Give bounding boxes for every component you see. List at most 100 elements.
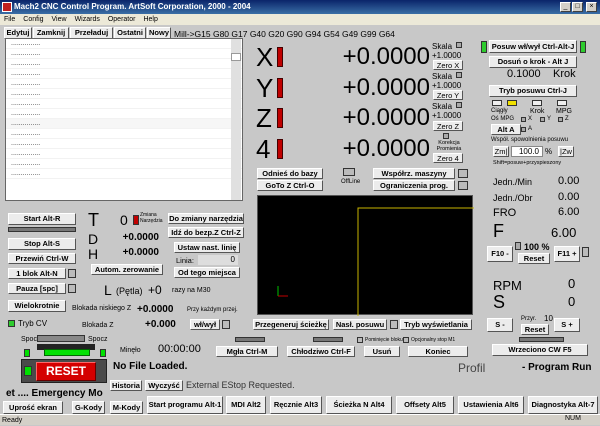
units-min-dro[interactable]: 0.00: [558, 175, 579, 187]
scroll-thumb[interactable]: [231, 53, 241, 61]
gcode-line[interactable]: ...............: [6, 39, 242, 49]
jog-mode-button[interactable]: Tryb posuwu Ctrl-J: [489, 85, 577, 97]
feed-down-button[interactable]: F10 -: [487, 246, 513, 262]
machine-coords-button[interactable]: Współrz. maszyny: [373, 168, 455, 179]
gcode-line[interactable]: ...............: [6, 139, 242, 149]
gcode-line[interactable]: ...............: [6, 119, 242, 129]
toolpath-tab[interactable]: Ścieżka N Alt4: [326, 396, 392, 414]
toolpath-display[interactable]: [257, 195, 474, 316]
gcode-line[interactable]: ...............: [6, 99, 242, 109]
single-block-button[interactable]: 1 blok Alt-N: [8, 268, 66, 279]
manual-tab[interactable]: Ręcznie Alt3: [270, 396, 322, 414]
fro-dro[interactable]: 6.00: [558, 206, 579, 218]
rewind-button[interactable]: Przewiń Ctrl-W: [8, 253, 76, 264]
spindle-cw-button[interactable]: Wrzeciono CW F5: [492, 344, 588, 356]
spindle-up-button[interactable]: S +: [554, 318, 580, 332]
zero-z-button[interactable]: Zero Z: [433, 121, 463, 131]
axis-z-dro[interactable]: +0.0000: [290, 104, 430, 132]
gcode-line[interactable]: ...............: [6, 49, 242, 59]
gcode-line[interactable]: ...............: [6, 159, 242, 169]
offsets-tab[interactable]: Offsety Alt5: [396, 396, 454, 414]
cycle-start-button[interactable]: Start Alt-R: [8, 213, 76, 225]
h-offset-dro[interactable]: +0.0000: [107, 247, 162, 259]
finish-button[interactable]: Koniec: [408, 346, 468, 357]
m-codes-tab[interactable]: M-Kody: [110, 401, 143, 414]
feed-override-dro[interactable]: 100.0: [511, 146, 543, 157]
spindle-down-button[interactable]: S -: [487, 318, 513, 332]
gcode-line[interactable]: ...............: [6, 109, 242, 119]
goto-zero-button[interactable]: GoTo Z Ctrl-O: [257, 180, 323, 191]
feed-decrease-button[interactable]: Zm|: [493, 146, 509, 157]
feed-hold-button[interactable]: Stop Alt-S: [8, 238, 76, 250]
spindle-reset-button[interactable]: Reset: [521, 324, 549, 335]
axis-y-dro[interactable]: +0.0000: [290, 74, 430, 102]
close-button[interactable]: ×: [586, 2, 597, 12]
diagnostics-tab[interactable]: Diagnostyka Alt-7: [528, 396, 598, 414]
gcode-line[interactable]: ...............: [6, 59, 242, 69]
menu-wizards[interactable]: Wizards: [75, 16, 100, 23]
loop-count-dro[interactable]: +0: [148, 283, 162, 297]
follow-feed-button[interactable]: Nasł. posuwu: [333, 319, 387, 330]
g-codes-tab[interactable]: G-Kody: [72, 401, 105, 414]
history-button[interactable]: Historia: [110, 380, 142, 391]
reset-button[interactable]: RESET: [36, 362, 96, 381]
rpm-dro[interactable]: 0: [568, 276, 575, 291]
pause-button[interactable]: Pauza [spc]: [8, 283, 66, 294]
ref-all-button[interactable]: Odnieś do bazy: [257, 168, 323, 179]
mdi-tab[interactable]: MDI Alt2: [226, 396, 266, 414]
mist-button[interactable]: Mgła Ctrl-M: [216, 346, 278, 357]
gcode-line[interactable]: ...............: [6, 149, 242, 159]
tool-change-button[interactable]: Do zmiany narzędzia: [168, 213, 244, 224]
axis-4-dro[interactable]: +0.0000: [290, 135, 430, 163]
units-rev-dro[interactable]: 0.00: [558, 191, 579, 203]
maximize-button[interactable]: □: [572, 2, 583, 12]
run-from-here-button[interactable]: Od tego miejsca: [174, 267, 240, 278]
increment-value[interactable]: 10: [544, 314, 553, 323]
menu-file[interactable]: File: [4, 16, 15, 23]
line-number-dro[interactable]: 0: [198, 255, 238, 265]
soft-limits-button[interactable]: Ograniczenia prog.: [373, 180, 455, 191]
menu-operator[interactable]: Operator: [108, 16, 136, 23]
gcode-line[interactable]: ...............: [6, 169, 242, 179]
program-run-tab[interactable]: Start programu Alt-1: [147, 396, 223, 414]
display-mode-button[interactable]: Tryb wyświetlania: [400, 319, 472, 330]
z-inhibit-dro[interactable]: +0.000: [145, 319, 176, 330]
low-z-dro[interactable]: +0.0000: [137, 304, 173, 315]
safe-z-button[interactable]: Idź do bezp.Z Ctrl-Z: [168, 227, 244, 238]
regen-toolpath-button[interactable]: Przegeneruj ścieżkę: [253, 319, 329, 330]
feed-rate-dro[interactable]: 6.00: [551, 225, 576, 240]
gcode-line[interactable]: ...............: [6, 129, 242, 139]
delete-button[interactable]: Usuń: [364, 346, 400, 357]
simplify-screen-tab[interactable]: Uprość ekran: [3, 401, 63, 414]
spindle-speed-dro[interactable]: 0: [568, 294, 575, 309]
zero-y-button[interactable]: Zero Y: [433, 90, 463, 100]
settings-tab[interactable]: Ustawienia Alt6: [458, 396, 524, 414]
menu-help[interactable]: Help: [143, 16, 157, 23]
gcode-scrollbar[interactable]: [231, 39, 241, 200]
d-offset-dro[interactable]: +0.0000: [107, 232, 162, 244]
auto-zero-button[interactable]: Autom. zerowanie: [91, 264, 163, 275]
set-next-line-button[interactable]: Ustaw nast. linię: [174, 242, 240, 253]
menu-config[interactable]: Config: [23, 16, 43, 23]
feed-up-button[interactable]: F11 +: [554, 246, 580, 262]
gcode-line[interactable]: ...............: [6, 69, 242, 79]
zero-4-button[interactable]: Zero 4: [433, 153, 463, 163]
menu-view[interactable]: View: [52, 16, 67, 23]
zero-x-button[interactable]: Zero X: [433, 60, 463, 70]
tool-number-dro[interactable]: 0: [120, 212, 128, 228]
step-value[interactable]: 0.1000: [507, 68, 541, 80]
gcode-line[interactable]: ...............: [6, 79, 242, 89]
z-inhibit-toggle-button[interactable]: wł/wył: [190, 319, 220, 330]
gcode-listing[interactable]: ........................................…: [5, 38, 243, 201]
gcode-line[interactable]: ...............: [6, 89, 242, 99]
minimize-button[interactable]: _: [560, 2, 571, 12]
alt-a-button[interactable]: Alt A: [491, 124, 521, 135]
axis-x-dro[interactable]: +0.0000: [290, 43, 430, 71]
multi-button[interactable]: Wielokrotnie: [8, 300, 66, 312]
feed-reset-button[interactable]: Reset: [518, 253, 550, 264]
coolant-button[interactable]: Chłodziwo Ctrl-F: [287, 346, 355, 357]
jog-toggle-button[interactable]: Posuw wł/wył Ctrl-Alt-J: [489, 40, 577, 53]
feed-increase-button[interactable]: |Zw: [558, 146, 574, 157]
clear-button[interactable]: Wyczyść: [145, 380, 183, 391]
jog-step-button[interactable]: Dosuń o krok - Alt J: [489, 56, 577, 68]
